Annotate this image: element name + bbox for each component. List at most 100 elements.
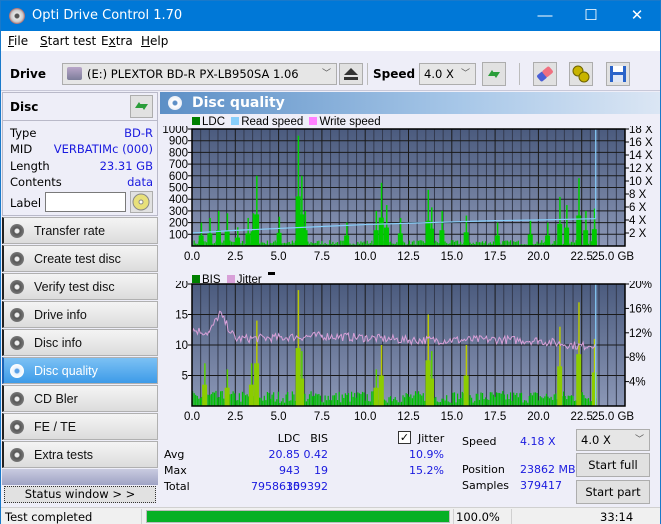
save-button[interactable] <box>606 62 630 86</box>
bis-bar <box>442 398 445 406</box>
samples-value: 379417 <box>520 479 562 492</box>
drive-select[interactable]: (E:) PLEXTOR BD-R PX-LB950SA 1.06 ﹀ <box>62 63 337 85</box>
bis-bar <box>550 396 552 406</box>
nav-drive-info[interactable]: Drive info <box>2 301 158 328</box>
minimize-button[interactable]: — <box>522 1 568 31</box>
bis-bar <box>238 393 240 406</box>
progress-fill <box>147 511 449 522</box>
test-speed-select[interactable]: 4.0 X ﹀ <box>576 429 650 451</box>
start-full-button[interactable]: Start full <box>576 453 650 477</box>
read-speed-swatch <box>231 117 240 125</box>
menu-help-accel: H <box>141 34 151 48</box>
menu-help[interactable]: Help <box>141 34 168 48</box>
erase-icon <box>537 66 553 82</box>
bis-bar <box>572 395 574 406</box>
bis-bar <box>435 396 437 406</box>
bis-bar <box>524 400 526 406</box>
progress-bar <box>146 510 450 523</box>
bis-bar <box>500 393 502 406</box>
bis-bar <box>361 391 364 406</box>
nav-spacer <box>2 469 158 485</box>
bis-bar <box>516 392 518 406</box>
start-part-button[interactable]: Start part <box>576 480 650 504</box>
menu-file[interactable]: File <box>8 34 28 48</box>
bis-bar <box>541 397 543 406</box>
maximize-button[interactable]: ☐ <box>568 1 614 31</box>
chevron-down-icon: ﹀ <box>321 69 331 79</box>
bis-bar <box>207 394 209 406</box>
speed-select[interactable]: 4.0 X ﹀ <box>419 63 476 85</box>
bis-bar <box>564 396 566 406</box>
ldc-peak-body <box>215 230 221 246</box>
ldc-swatch <box>192 117 200 125</box>
bis-bar <box>456 393 459 406</box>
x-tick-label: 17.5 <box>484 251 506 263</box>
ldc-chart: 0.0 2.5 5.0 7.5 10.0 12.5 15.0 17.5 20.0 22.5 25.0… <box>162 126 653 263</box>
ldc-bar <box>541 240 543 246</box>
bis-bar <box>388 397 390 406</box>
bis-bar <box>503 394 505 406</box>
bis-bar <box>567 395 569 406</box>
total-bis: 159392 <box>286 480 328 493</box>
nav-disc-quality[interactable]: Disc quality <box>2 357 158 384</box>
jitter-checkbox[interactable]: ✓ <box>398 431 411 444</box>
nav-cd-bler[interactable]: CD Bler <box>2 385 158 412</box>
disc-label-button[interactable] <box>130 191 153 213</box>
bis-bar <box>416 393 418 406</box>
status-window-button[interactable]: Status window > > <box>4 486 156 503</box>
nav-create-test-disc[interactable]: Create test disc <box>2 245 158 272</box>
disc-refresh-button[interactable] <box>130 95 153 118</box>
menu-extra[interactable]: Extra <box>101 34 133 48</box>
bis-bar <box>244 395 247 406</box>
bis-bar <box>223 398 225 406</box>
nav-transfer-rate[interactable]: Transfer rate <box>2 217 158 244</box>
nav-disc-info[interactable]: Disc info <box>2 329 158 356</box>
bis-bar <box>273 392 275 406</box>
bis-bar <box>419 394 421 406</box>
eject-icon <box>344 68 358 80</box>
panel-title: Disc quality <box>192 95 285 111</box>
bis-bar <box>385 400 387 406</box>
nav-disc-info-label: Disc info <box>34 336 82 350</box>
bis-bar <box>499 393 501 406</box>
bis-bar <box>506 394 509 406</box>
drive-info-icon <box>10 308 24 322</box>
ldc-bar <box>266 240 269 246</box>
ldc-peak-body <box>276 232 282 246</box>
bis-peak-body <box>576 354 582 406</box>
x-tick-label: 0.0 <box>184 411 200 421</box>
ldc-peak-body <box>429 228 435 246</box>
ldc-bar <box>371 240 373 246</box>
menu-start-test[interactable]: Start test <box>40 34 96 48</box>
bis-bar <box>587 398 590 406</box>
bis-bar <box>414 391 417 406</box>
bis-bar <box>371 391 373 406</box>
disc-label-key: Label <box>10 196 42 210</box>
bis-bar <box>315 393 317 406</box>
bis-bar <box>282 398 284 406</box>
extra-tests-icon <box>10 448 24 462</box>
bis-bar <box>485 397 487 406</box>
nav-extra-tests[interactable]: Extra tests <box>2 441 158 468</box>
disc-label-input[interactable] <box>45 192 126 212</box>
nav-verify-test-disc[interactable]: Verify test disc <box>2 273 158 300</box>
settings-button[interactable] <box>569 62 593 86</box>
bis-bar <box>218 397 220 406</box>
ldc-bar <box>241 240 244 246</box>
nav-fe-te[interactable]: FE / TE <box>2 413 158 440</box>
avg-bis: 0.42 <box>303 448 329 461</box>
eject-button[interactable] <box>339 63 363 85</box>
y-tick-label: 600 <box>169 171 188 183</box>
bis-bar <box>318 393 320 406</box>
bis-bar <box>195 394 197 406</box>
disc-type-row: Type BD-R <box>10 126 153 142</box>
refresh-button[interactable] <box>482 62 506 86</box>
disc-contents-value: data <box>127 175 153 189</box>
bis-bar <box>316 394 318 406</box>
bis-bar <box>343 397 345 406</box>
ldc-peak-body <box>557 223 563 246</box>
erase-button[interactable] <box>533 62 557 86</box>
y2-tick-label: 12 X <box>629 163 653 175</box>
bis-peak-body <box>557 366 563 406</box>
close-button[interactable]: ✕ <box>614 1 660 31</box>
